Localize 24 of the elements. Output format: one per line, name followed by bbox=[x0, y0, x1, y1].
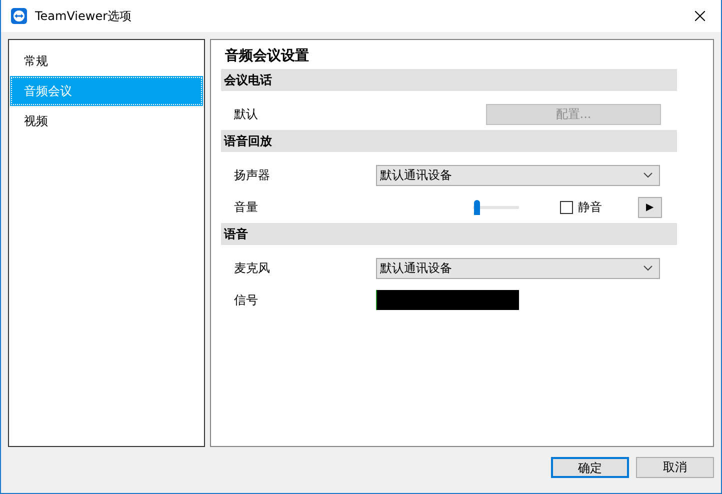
play-button[interactable]: ▶ bbox=[638, 196, 662, 218]
dialog-button[interactable]: 确定 bbox=[551, 457, 629, 478]
field-label: 扬声器 bbox=[234, 166, 271, 184]
field-label: 麦克风 bbox=[234, 260, 271, 276]
mute-label: 静音 bbox=[578, 198, 602, 216]
device-dropdown[interactable]: 默认通讯设备 bbox=[376, 258, 660, 278]
sidebar-item[interactable]: 常规 bbox=[10, 46, 203, 76]
field-label: 信号 bbox=[234, 292, 259, 308]
window-title: TeamViewer选项 bbox=[35, 8, 132, 24]
device-dropdown[interactable]: 默认通讯设备 bbox=[376, 164, 660, 186]
sidebar-item[interactable]: 视频 bbox=[10, 106, 203, 136]
app-logo-icon bbox=[11, 8, 27, 24]
mute-checkbox[interactable] bbox=[560, 200, 573, 214]
chevron-down-icon bbox=[643, 265, 653, 271]
panel-title: 音频会议设置 bbox=[224, 46, 310, 66]
chevron-down-icon bbox=[643, 172, 653, 178]
dialog-button[interactable]: 取消 bbox=[636, 457, 714, 478]
field-label: 音量 bbox=[234, 198, 259, 216]
field-label: 默认 bbox=[234, 106, 259, 122]
close-icon[interactable] bbox=[695, 11, 705, 21]
section-heading: 语音 bbox=[221, 223, 677, 245]
section-heading: 语音回放 bbox=[221, 130, 677, 152]
slider-thumb[interactable] bbox=[474, 200, 480, 215]
section-heading: 会议电话 bbox=[221, 69, 677, 91]
